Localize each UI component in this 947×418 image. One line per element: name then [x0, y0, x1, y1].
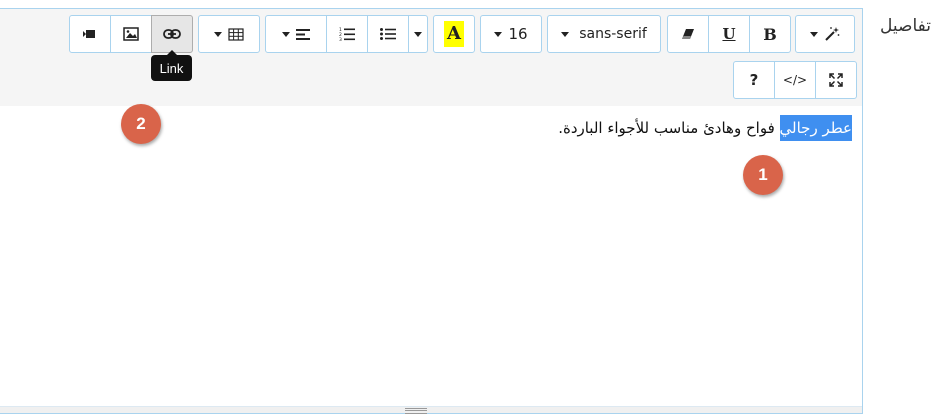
fullscreen-button[interactable]: [815, 61, 857, 99]
help-label: ?: [749, 71, 759, 89]
font-family-value: sans-serif: [579, 26, 647, 42]
list-dropdown-button[interactable]: [408, 15, 428, 53]
editor-toolbar: 123 A 16 sans-serif U B ? </>: [0, 9, 862, 106]
align-left-icon: [296, 28, 310, 40]
chevron-down-icon: [282, 31, 290, 37]
step-marker-1: 1: [743, 155, 783, 195]
chevron-down-icon: [810, 31, 818, 37]
table-button[interactable]: [198, 15, 260, 53]
rich-text-editor: 123 A 16 sans-serif U B ? </> عطر رجالي …: [0, 8, 863, 414]
video-icon: [82, 28, 98, 40]
chevron-down-icon: [214, 31, 222, 37]
font-size-value: 16: [508, 25, 528, 43]
step-marker-2: 2: [121, 104, 161, 144]
chevron-down-icon: [414, 31, 422, 37]
codeview-label: </>: [782, 73, 808, 87]
link-icon: [163, 29, 181, 39]
chevron-down-icon: [494, 31, 503, 37]
font-family-group: sans-serif: [547, 15, 661, 55]
selected-text: عطر رجالي: [779, 115, 852, 141]
insert-group: [69, 15, 193, 55]
link-button[interactable]: [151, 15, 193, 53]
underline-button[interactable]: U: [708, 15, 750, 53]
style-dropdown[interactable]: [795, 15, 855, 53]
video-button[interactable]: [69, 15, 111, 53]
color-button[interactable]: A: [433, 15, 475, 53]
color-group: A: [433, 15, 475, 55]
ordered-list-button[interactable]: 123: [326, 15, 368, 53]
align-button[interactable]: [265, 15, 327, 53]
font-family-dropdown[interactable]: sans-serif: [547, 15, 661, 53]
svg-text:3: 3: [339, 37, 342, 41]
view-group: ? </>: [733, 61, 857, 101]
ordered-list-icon: 123: [339, 27, 355, 41]
link-tooltip: Link: [151, 50, 192, 81]
eraser-icon: [681, 28, 695, 40]
chevron-down-icon: [561, 31, 570, 37]
font-style-group: U B: [667, 15, 791, 55]
resize-grip-icon: [405, 408, 427, 414]
paragraph-group: 123: [265, 15, 428, 55]
codeview-button[interactable]: </>: [774, 61, 816, 99]
bold-button[interactable]: B: [749, 15, 791, 53]
table-group: [198, 15, 260, 55]
help-button[interactable]: ?: [733, 61, 775, 99]
field-label: تفاصيل: [880, 16, 931, 36]
content-text: فواح وهادئ مناسب للأجواء الباردة.: [558, 119, 780, 137]
unordered-list-icon: [380, 28, 396, 40]
unordered-list-button[interactable]: [367, 15, 409, 53]
remove-format-button[interactable]: [667, 15, 709, 53]
magic-wand-icon: [824, 26, 840, 42]
style-group: [795, 15, 855, 55]
picture-button[interactable]: [110, 15, 152, 53]
picture-icon: [123, 27, 139, 41]
text-color-label: A: [444, 21, 464, 47]
table-icon: [228, 27, 244, 41]
fullscreen-icon: [829, 73, 843, 87]
underline-label: U: [722, 25, 736, 43]
bold-label: B: [763, 24, 777, 44]
resize-bar[interactable]: [0, 406, 862, 414]
font-size-group: 16: [480, 15, 542, 55]
font-size-dropdown[interactable]: 16: [480, 15, 542, 53]
editor-content[interactable]: عطر رجالي فواح وهادئ مناسب للأجواء البار…: [0, 106, 862, 407]
